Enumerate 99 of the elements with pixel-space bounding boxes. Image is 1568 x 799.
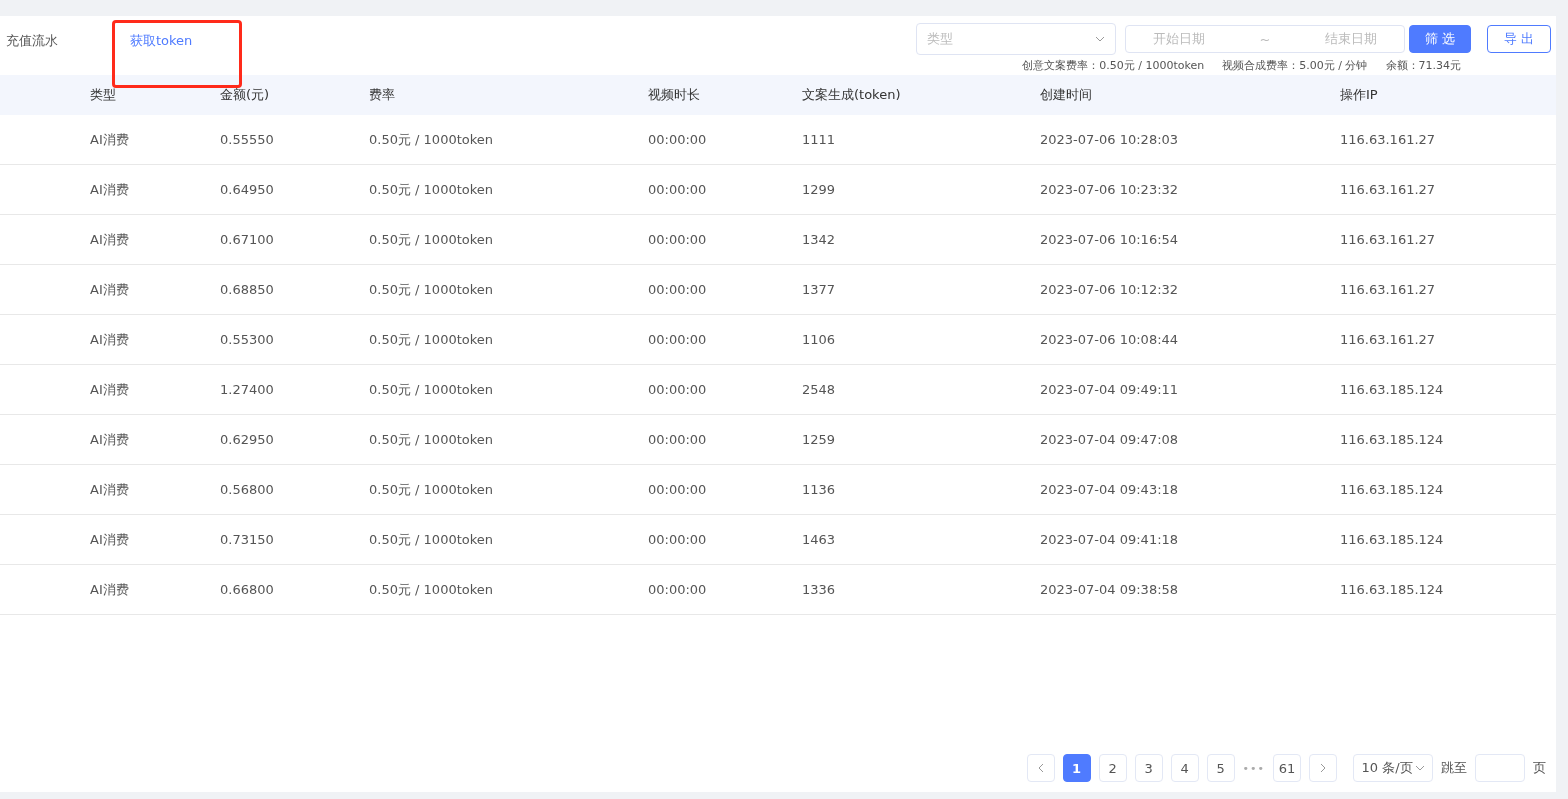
table-cell-text: 00:00:00 [648, 432, 708, 447]
column-header: 视频时长 [648, 86, 701, 104]
table-cell-text: 0.50元 / 1000token [369, 280, 495, 299]
table-cell-text: 1299 [802, 182, 837, 197]
table-cell-text: 0.50元 / 1000token [369, 330, 495, 349]
table-cell-text: 2023-07-04 09:47:08 [1040, 432, 1180, 447]
table-cell-text: 0.67100 [220, 232, 275, 247]
page-button[interactable]: 5 [1206, 754, 1235, 782]
column-header: 金额(元) [220, 86, 271, 104]
table-cell-text: 2023-07-04 09:49:11 [1040, 382, 1180, 397]
jump-label: 跳至 [1441, 759, 1467, 777]
page-button[interactable]: 4 [1170, 754, 1199, 782]
table-cell-text: 0.66800 [220, 582, 275, 597]
table-cell-text: 1.27400 [220, 382, 275, 397]
table-cell-text: 0.50元 / 1000token [369, 130, 495, 149]
table-cell-text: AI消费 [90, 530, 130, 549]
table-cell-text: 0.50元 / 1000token [369, 430, 495, 449]
page-button[interactable]: 3 [1134, 754, 1163, 782]
export-button[interactable]: 导 出 [1487, 25, 1551, 53]
table-cell-text: AI消费 [90, 380, 130, 399]
table-cell-text: 1377 [802, 282, 837, 297]
table-cell-text: 00:00:00 [648, 382, 708, 397]
page-button[interactable]: 1 [1062, 754, 1091, 782]
table-cell-text: 0.50元 / 1000token [369, 580, 495, 599]
table-cell-text: 00:00:00 [648, 482, 708, 497]
table-cell-text: 00:00:00 [648, 282, 708, 297]
table-cell-text: 00:00:00 [648, 532, 708, 547]
page-unit: 页 [1533, 759, 1546, 777]
column-header: 类型 [90, 86, 117, 104]
table-cell-text: 116.63.185.124 [1340, 382, 1445, 397]
rate-info: 余额：71.34元 [1385, 58, 1461, 73]
table-cell-text: 0.50元 / 1000token [369, 480, 495, 499]
table-cell-text: AI消费 [90, 480, 130, 499]
table-cell-text: 2023-07-06 10:23:32 [1040, 182, 1180, 197]
table-cell-text: 0.50元 / 1000token [369, 180, 495, 199]
table-cell-text: 1342 [802, 232, 837, 247]
table-cell-text: AI消费 [90, 330, 130, 349]
table-cell-text: 116.63.161.27 [1340, 132, 1437, 147]
table-cell-text: 1463 [802, 532, 837, 547]
table-cell-text: 0.56800 [220, 482, 275, 497]
table-cell-text: 1111 [802, 132, 837, 147]
table-cell-text: 0.50元 / 1000token [369, 530, 495, 549]
table-cell-text: AI消费 [90, 130, 130, 149]
table-cell-text: 00:00:00 [648, 132, 708, 147]
chevron-right-icon [1318, 763, 1328, 773]
rate-info: 创意文案费率：0.50元 / 1000token [1022, 58, 1205, 73]
table-cell-text: 2023-07-04 09:38:58 [1040, 582, 1180, 597]
table-cell-text: 116.63.185.124 [1340, 582, 1445, 597]
table-cell-text: 00:00:00 [648, 332, 708, 347]
table-cell-text: AI消费 [90, 430, 130, 449]
table-cell-text: 2023-07-04 09:43:18 [1040, 482, 1180, 497]
table-cell-text: 0.55550 [220, 132, 275, 147]
table-cell-text: AI消费 [90, 580, 130, 599]
table-cell-text: 116.63.161.27 [1340, 182, 1437, 197]
table-cell-text: 116.63.185.124 [1340, 482, 1445, 497]
table-cell-text: 2023-07-06 10:28:03 [1040, 132, 1180, 147]
table-cell-text: 00:00:00 [648, 232, 708, 247]
table-cell-text: 0.50元 / 1000token [369, 380, 495, 399]
table-cell-text: 2023-07-06 10:08:44 [1040, 332, 1180, 347]
table-cell-text: 0.64950 [220, 182, 275, 197]
rate-info: 视频合成费率：5.00元 / 分钟 [1222, 58, 1368, 73]
table-cell-text: 1106 [802, 332, 837, 347]
table-cell-text: 0.73150 [220, 532, 275, 547]
column-header: 操作IP [1340, 86, 1379, 104]
chevron-down-icon [1414, 763, 1425, 773]
table-cell-text: 116.63.161.27 [1340, 232, 1437, 247]
filter-button[interactable]: 筛 选 [1409, 25, 1471, 53]
table-cell-text: 116.63.161.27 [1340, 282, 1437, 297]
column-header: 文案生成(token) [802, 86, 902, 104]
tab[interactable]: 获取token [130, 32, 254, 75]
table-cell-text: 116.63.185.124 [1340, 432, 1445, 447]
table-cell-text: 2023-07-06 10:16:54 [1040, 232, 1180, 247]
table-cell-text: 116.63.161.27 [1340, 332, 1437, 347]
table-cell-text: 1336 [802, 582, 837, 597]
next-page-button[interactable] [1309, 754, 1337, 782]
column-header: 费率 [369, 86, 396, 104]
table-cell-text: 0.62950 [220, 432, 275, 447]
table-cell-text: 0.50元 / 1000token [369, 230, 495, 249]
table-cell-text: AI消费 [90, 280, 130, 299]
table-cell-text: 0.55300 [220, 332, 275, 347]
table-cell-text: 0.68850 [220, 282, 275, 297]
table-cell-text: AI消费 [90, 230, 130, 249]
table-cell-text: 00:00:00 [648, 582, 708, 597]
table-cell-text: AI消费 [90, 180, 130, 199]
table-cell-text: 2023-07-06 10:12:32 [1040, 282, 1180, 297]
page-button[interactable]: 61 [1273, 754, 1301, 782]
page-input[interactable] [1475, 754, 1525, 782]
table-cell-text: 2548 [802, 382, 837, 397]
chevron-down-icon [1095, 34, 1105, 44]
table-cell-text: 1136 [802, 482, 837, 497]
table-cell-text: 00:00:00 [648, 182, 708, 197]
table-cell-text: 1259 [802, 432, 837, 447]
table-cell-text: 2023-07-04 09:41:18 [1040, 532, 1180, 547]
page-button[interactable]: 2 [1098, 754, 1127, 782]
prev-page-button[interactable] [1026, 754, 1055, 782]
column-header: 创建时间 [1040, 86, 1093, 104]
tab[interactable]: 充值流水 [6, 32, 130, 75]
page-size-select[interactable]: 10 条/页 [1353, 754, 1433, 782]
table-cell-text: 116.63.185.124 [1340, 532, 1445, 547]
